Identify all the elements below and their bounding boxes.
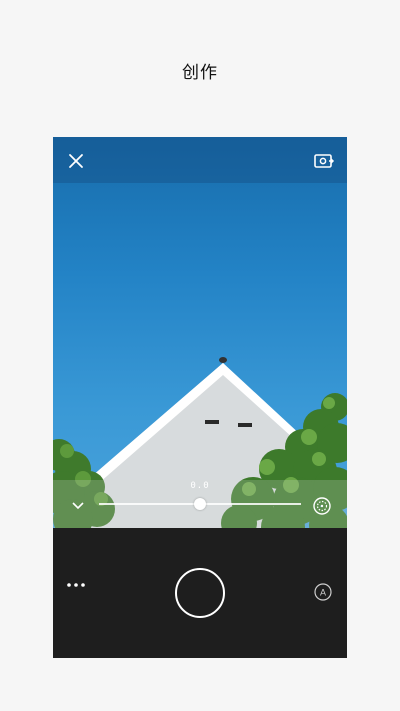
close-icon: [69, 154, 83, 168]
flash-auto-icon: A: [314, 583, 332, 601]
flip-camera-button[interactable]: [311, 148, 337, 174]
flash-auto-button[interactable]: A: [312, 581, 334, 603]
collapse-controls-button[interactable]: [67, 495, 89, 517]
timer-icon: [313, 497, 331, 515]
flip-camera-icon: [314, 154, 335, 168]
timer-button[interactable]: [309, 493, 335, 519]
camera-controls-panel: A: [53, 528, 347, 658]
close-button[interactable]: [63, 148, 89, 174]
page-title: 创作: [182, 63, 218, 83]
flash-mode-label: A: [320, 588, 326, 598]
viewfinder-scene-image: [53, 357, 347, 528]
shutter-button[interactable]: [175, 568, 225, 618]
exposure-slider-thumb[interactable]: [194, 498, 206, 510]
camera-top-bar: [53, 137, 347, 183]
camera-screen: 0.0 A: [53, 137, 347, 658]
chevron-down-icon: [72, 502, 84, 510]
camera-viewfinder: 0.0: [53, 137, 347, 528]
more-icon: [67, 583, 85, 587]
exposure-value: 0.0: [190, 481, 210, 491]
more-options-button[interactable]: [63, 572, 89, 598]
